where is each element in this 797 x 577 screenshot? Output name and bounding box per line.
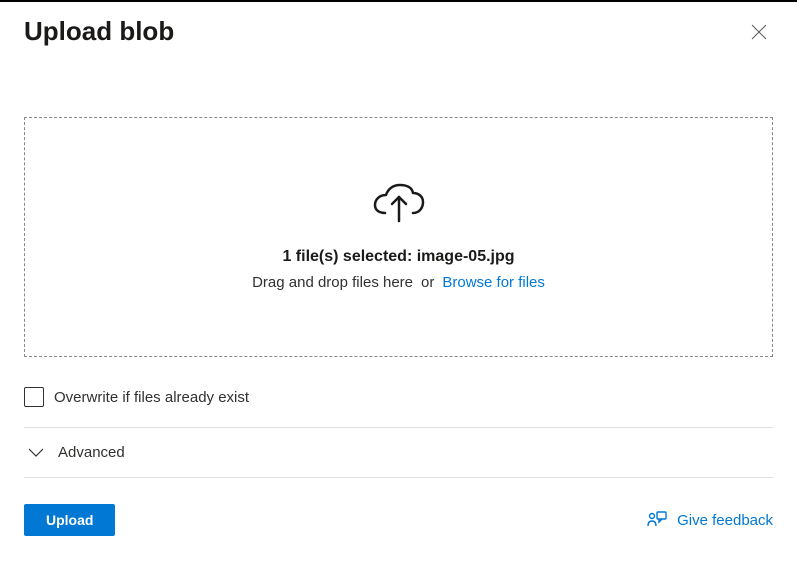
dragdrop-instruction: Drag and drop files here or Browse for f… — [252, 274, 545, 291]
or-text: or — [421, 274, 434, 291]
feedback-icon — [647, 511, 667, 529]
overwrite-option: Overwrite if files already exist — [24, 387, 773, 427]
selected-files-text: 1 file(s) selected: image-05.jpg — [282, 248, 514, 266]
give-feedback-link[interactable]: Give feedback — [647, 511, 773, 529]
cloud-upload-icon — [371, 183, 427, 228]
overwrite-checkbox[interactable] — [24, 387, 44, 407]
dragdrop-text: Drag and drop files here — [252, 274, 413, 291]
advanced-label: Advanced — [58, 444, 125, 461]
upload-button[interactable]: Upload — [24, 504, 115, 536]
feedback-label: Give feedback — [677, 512, 773, 529]
advanced-toggle[interactable]: Advanced — [24, 428, 773, 477]
browse-files-link[interactable]: Browse for files — [442, 274, 545, 291]
file-dropzone[interactable]: 1 file(s) selected: image-05.jpg Drag an… — [24, 117, 773, 357]
page-title: Upload blob — [24, 16, 174, 47]
panel-footer: Upload Give feedback — [24, 478, 773, 536]
close-button[interactable] — [745, 18, 773, 46]
chevron-down-icon — [28, 448, 44, 458]
overwrite-label: Overwrite if files already exist — [54, 389, 249, 406]
panel-header: Upload blob — [0, 2, 797, 55]
panel-content: 1 file(s) selected: image-05.jpg Drag an… — [0, 117, 797, 536]
close-icon — [751, 24, 767, 40]
